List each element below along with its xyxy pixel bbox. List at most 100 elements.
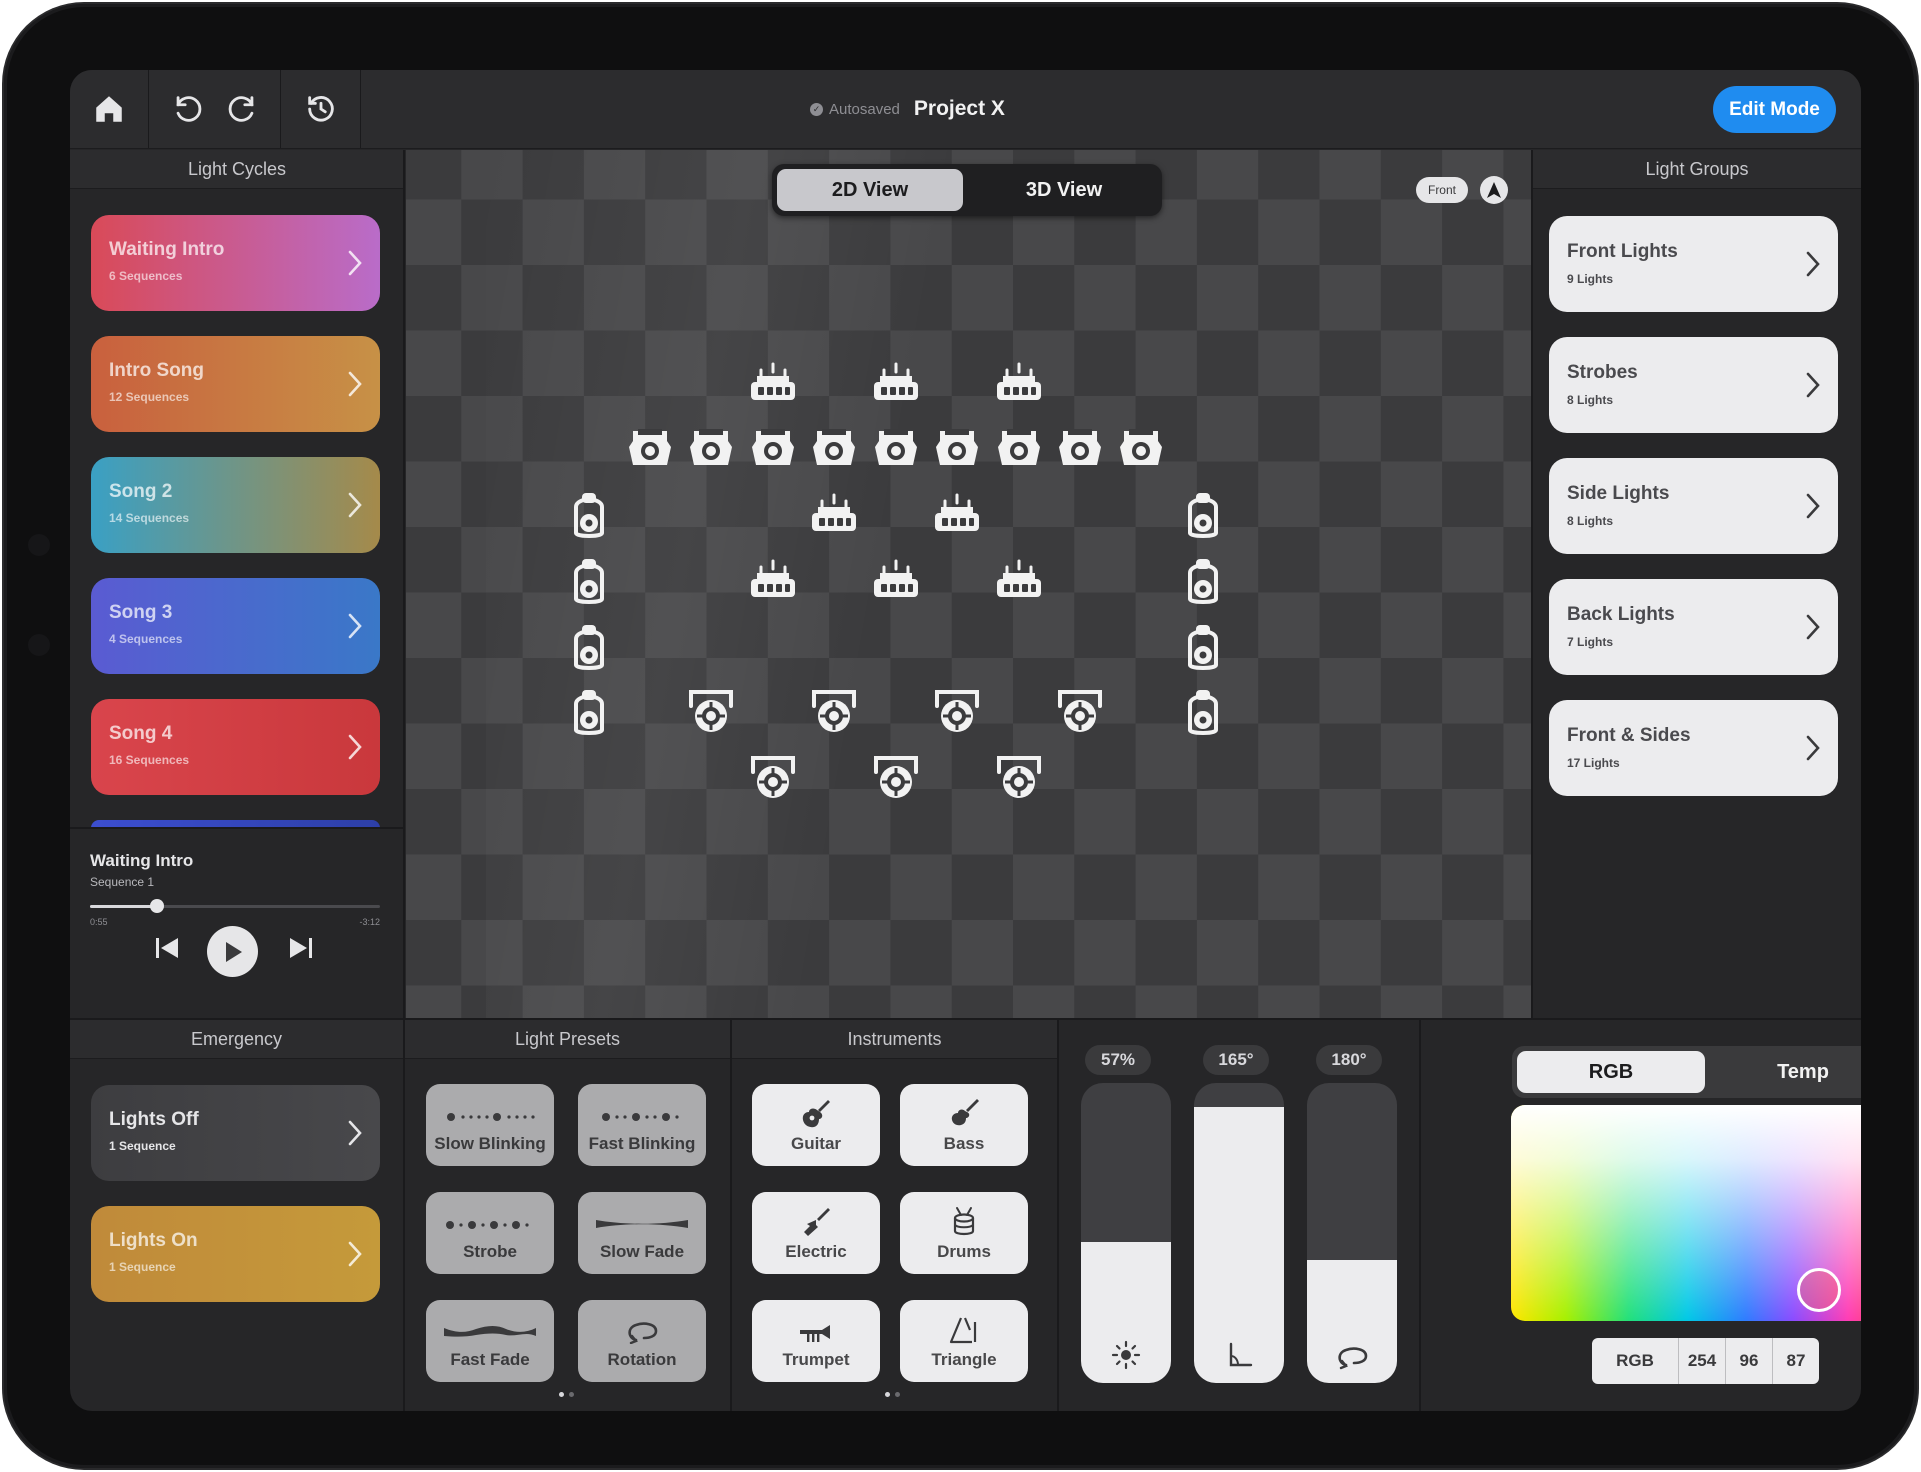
view-switcher: 2D View 3D View	[772, 164, 1162, 216]
cycle-card-song-3[interactable]: Song 3 4 Sequences	[91, 578, 380, 674]
wash-fixture-icon[interactable]	[866, 418, 926, 478]
side-fixture-icon[interactable]	[559, 616, 619, 676]
tab-rgb[interactable]: RGB	[1517, 1051, 1705, 1093]
preset-fast-fade[interactable]: Fast Fade	[426, 1300, 554, 1382]
preset-fast-blinking[interactable]: Fast Blinking	[578, 1084, 706, 1166]
strobe-fixture-icon[interactable]	[743, 550, 803, 610]
cycle-subtitle: 12 Sequences	[109, 390, 190, 404]
back-fixture-icon[interactable]	[989, 747, 1049, 807]
color-picker-handle[interactable]	[1797, 1268, 1841, 1312]
instrument-trumpet[interactable]: Trumpet	[752, 1300, 880, 1382]
strobe-fixture-icon[interactable]	[989, 550, 1049, 610]
preset-slow-fade[interactable]: Slow Fade	[578, 1192, 706, 1274]
color-mode-label[interactable]: RGB	[1592, 1338, 1679, 1384]
back-fixture-icon[interactable]	[804, 681, 864, 741]
cycle-card-song-4[interactable]: Song 4 16 Sequences	[91, 699, 380, 795]
group-card-strobes[interactable]: Strobes 8 Lights	[1549, 337, 1838, 433]
strobe-fixture-icon[interactable]	[989, 353, 1049, 413]
strobe-fixture-icon[interactable]	[866, 353, 926, 413]
angle-value: 165°	[1203, 1045, 1269, 1075]
previous-button[interactable]	[152, 933, 182, 963]
instrument-drums[interactable]: Drums	[900, 1192, 1028, 1274]
angle-icon	[1229, 1342, 1253, 1367]
instrument-electric[interactable]: Electric	[752, 1192, 880, 1274]
preset-slow-blinking[interactable]: Slow Blinking	[426, 1084, 554, 1166]
group-card-front-and-sides[interactable]: Front & Sides 17 Lights	[1549, 700, 1838, 796]
angle-slider[interactable]	[1194, 1083, 1284, 1383]
skip-back-icon	[156, 938, 178, 958]
wash-fixture-icon[interactable]	[804, 418, 864, 478]
rotation-slider[interactable]	[1307, 1083, 1397, 1383]
wash-fixture-icon[interactable]	[989, 418, 1049, 478]
progress-thumb[interactable]	[149, 899, 164, 913]
instruments-page-dots[interactable]	[885, 1392, 900, 1397]
compass-button[interactable]	[1480, 176, 1508, 204]
wash-fixture-icon[interactable]	[1050, 418, 1110, 478]
side-fixture-icon[interactable]	[559, 550, 619, 610]
play-button[interactable]	[207, 926, 258, 977]
strobe-fixture-icon[interactable]	[866, 550, 926, 610]
tab-temp[interactable]: Temp	[1709, 1051, 1861, 1093]
side-fixture-icon[interactable]	[1173, 484, 1233, 544]
emergency-lights-off[interactable]: Lights Off 1 Sequence	[91, 1085, 380, 1181]
home-button[interactable]	[70, 70, 148, 148]
green-value[interactable]: 96	[1726, 1338, 1773, 1384]
history-button[interactable]	[282, 70, 360, 148]
instrument-guitar[interactable]: Guitar	[752, 1084, 880, 1166]
tab-3d-view[interactable]: 3D View	[971, 169, 1157, 211]
wash-fixture-icon[interactable]	[743, 418, 803, 478]
group-subtitle: 9 Lights	[1567, 272, 1614, 286]
emergency-lights-on[interactable]: Lights On 1 Sequence	[91, 1206, 380, 1302]
red-value[interactable]: 254	[1679, 1338, 1726, 1384]
next-button[interactable]	[286, 933, 316, 963]
strobe-fixture-icon[interactable]	[927, 484, 987, 544]
back-fixture-icon[interactable]	[866, 747, 926, 807]
back-fixture-icon[interactable]	[927, 681, 987, 741]
group-card-back-lights[interactable]: Back Lights 7 Lights	[1549, 579, 1838, 675]
back-fixture-icon[interactable]	[1050, 681, 1110, 741]
back-fixture-icon[interactable]	[681, 681, 741, 741]
wash-fixture-icon[interactable]	[620, 418, 680, 478]
back-fixture-icon[interactable]	[743, 747, 803, 807]
progress-fill	[90, 905, 157, 908]
instrument-bass[interactable]: Bass	[900, 1084, 1028, 1166]
skip-forward-icon	[290, 938, 312, 958]
wash-fixture-icon[interactable]	[1111, 418, 1171, 478]
group-card-front-lights[interactable]: Front Lights 9 Lights	[1549, 216, 1838, 312]
rotation-icon	[628, 1322, 658, 1344]
instrument-triangle[interactable]: Triangle	[900, 1300, 1028, 1382]
undo-button[interactable]	[162, 70, 214, 148]
side-fixture-icon[interactable]	[559, 681, 619, 741]
side-fixture-icon[interactable]	[1173, 681, 1233, 741]
blue-value[interactable]: 87	[1773, 1338, 1819, 1384]
progress-track[interactable]	[90, 899, 380, 913]
side-fixture-icon[interactable]	[1173, 616, 1233, 676]
brightness-slider[interactable]	[1081, 1083, 1171, 1383]
stage-canvas[interactable]: 2D View 3D View Front	[406, 150, 1531, 1018]
navigation-arrow-icon	[1487, 182, 1501, 198]
color-picker[interactable]	[1511, 1105, 1861, 1321]
orientation-badge[interactable]: Front	[1416, 177, 1468, 203]
strobe-fixture-icon[interactable]	[743, 353, 803, 413]
preset-rotation[interactable]: Rotation	[578, 1300, 706, 1382]
strobe-fixture-icon[interactable]	[804, 484, 864, 544]
preset-strobe[interactable]: Strobe	[426, 1192, 554, 1274]
chevron-right-icon	[348, 492, 362, 518]
redo-button[interactable]	[216, 70, 268, 148]
chevron-right-icon	[348, 734, 362, 760]
side-fixture-icon[interactable]	[1173, 550, 1233, 610]
group-title: Front Lights	[1567, 241, 1678, 262]
project-title: Project X	[913, 97, 1005, 120]
cycle-card-intro-song[interactable]: Intro Song 12 Sequences	[91, 336, 380, 432]
wash-fixture-icon[interactable]	[681, 418, 741, 478]
tab-2d-view[interactable]: 2D View	[777, 169, 963, 211]
group-subtitle: 17 Lights	[1567, 756, 1620, 770]
cycle-card-song-2[interactable]: Song 2 14 Sequences	[91, 457, 380, 553]
cycle-card-waiting-intro[interactable]: Waiting Intro 6 Sequences	[91, 215, 380, 311]
group-card-side-lights[interactable]: Side Lights 8 Lights	[1549, 458, 1838, 554]
preset-label: Fast Fade	[450, 1350, 530, 1369]
presets-page-dots[interactable]	[559, 1392, 574, 1397]
edit-mode-button[interactable]: Edit Mode	[1713, 86, 1836, 133]
side-fixture-icon[interactable]	[559, 484, 619, 544]
wash-fixture-icon[interactable]	[927, 418, 987, 478]
